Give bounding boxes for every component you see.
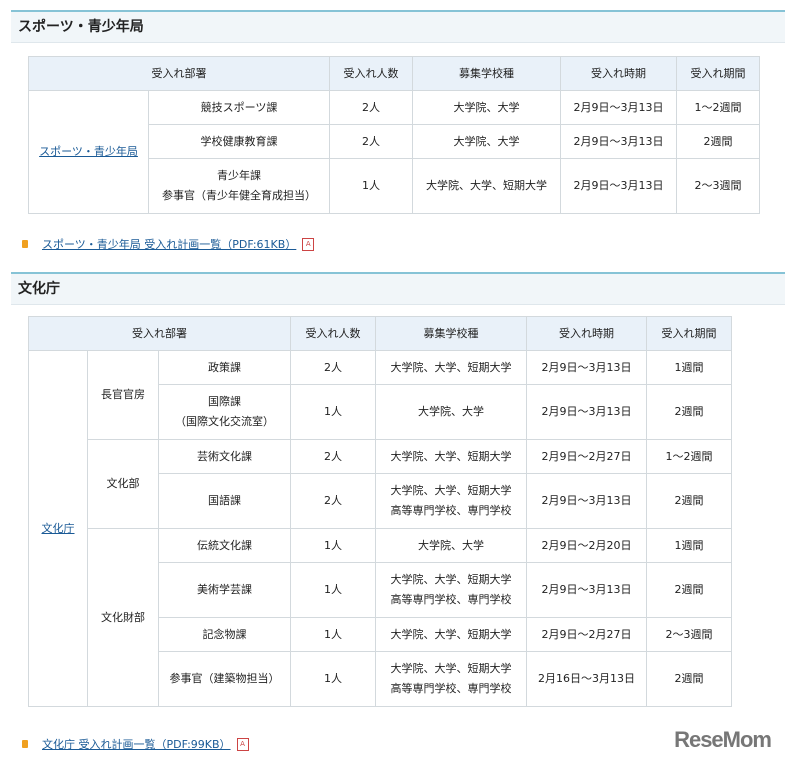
count-cell: 2人 [329, 90, 413, 125]
agency-cell[interactable]: スポーツ・青少年局 [28, 90, 149, 214]
period-cell: 2月9日～3月13日 [560, 158, 677, 214]
column-header: 受入れ人数 [329, 56, 413, 91]
resemom-logo: ReseMom [674, 727, 772, 752]
count-cell: 2人 [329, 124, 413, 159]
column-header: 受入れ時期 [560, 56, 677, 91]
schools-cell: 大学院、大学 [375, 528, 528, 563]
unit-cell: 学校健康教育課 [148, 124, 330, 159]
duration-cell: 2～3週間 [676, 158, 760, 214]
schools-cell: 大学院、大学、短期大学 高等専門学校、専門学校 [375, 651, 528, 707]
header-row: 受入れ部署 受入れ人数 募集学校種 受入れ時期 受入れ期間 [27, 316, 733, 351]
count-cell: 2人 [290, 350, 377, 385]
column-header: 募集学校種 [412, 56, 561, 91]
sports-bureau-table: 受入れ部署 受入れ人数 募集学校種 受入れ時期 受入れ期間スポーツ・青少年局 競技スポーツ… [28, 56, 760, 214]
section-heading-sports: スポーツ・青少年局 [11, 10, 785, 43]
schools-cell: 大学院、大学 [412, 124, 561, 159]
schools-cell: 大学院、大学、短期大学 [375, 350, 528, 385]
division-cell: 長官官房 [87, 350, 159, 440]
column-header: 受入れ期間 [676, 56, 760, 91]
duration-cell: 2～3週間 [646, 617, 733, 652]
column-header: 受入れ時期 [526, 316, 648, 351]
period-cell: 2月9日～3月13日 [526, 384, 648, 440]
unit-cell: 伝統文化課 [157, 528, 292, 563]
division-cell: 文化財部 [87, 528, 159, 707]
unit-cell: 国語課 [157, 473, 292, 529]
table-row: 文化財部 伝統文化課 1人 大学院、大学 2月9日～2月20日 1週間 [29, 528, 733, 707]
count-cell: 2人 [290, 473, 377, 529]
count-cell: 1人 [290, 528, 377, 563]
unit-cell: 参事官（建築物担当） [157, 651, 292, 707]
unit-cell: 記念物課 [157, 617, 292, 652]
pdf-icon: A [302, 237, 315, 251]
agency-link[interactable]: スポーツ・青少年局 [39, 145, 138, 158]
count-cell: 1人 [290, 384, 377, 440]
duration-cell: 1週間 [646, 528, 733, 563]
period-cell: 2月9日～3月13日 [526, 562, 648, 618]
table-row: 文化庁 長官官房 政策課 2人 大学院、大学、短期大学 2月9日～3月13日 1週間 [28, 350, 733, 707]
table-row: スポーツ・青少年局 競技スポーツ課 2人 大学院、大学 2月9日～3月13日 1～2週間 [28, 90, 760, 214]
bunka-pdf-link[interactable]: 文化庁 受入れ計画一覧（PDF:99KB） [42, 736, 231, 752]
unit-cell: 政策課 [157, 350, 292, 385]
period-cell: 2月9日～2月27日 [526, 617, 648, 652]
unit-cell: 美術学芸課 [157, 562, 292, 618]
division-cell: 文化部 [87, 439, 159, 529]
schools-cell: 大学院、大学 [412, 90, 561, 125]
count-cell: 1人 [290, 617, 377, 652]
period-cell: 2月9日～3月13日 [526, 473, 648, 529]
schools-cell: 大学院、大学、短期大学 高等専門学校、専門学校 [375, 473, 528, 529]
sports-pdf-link-row: スポーツ・青少年局 受入れ計画一覧（PDF:61KB） A [22, 236, 315, 252]
duration-cell: 2週間 [646, 562, 733, 618]
duration-cell: 1～2週間 [676, 90, 760, 125]
duration-cell: 1週間 [646, 350, 733, 385]
bullet-icon [22, 240, 28, 248]
column-header: 受入れ部署 [28, 56, 330, 91]
duration-cell: 2週間 [676, 124, 760, 159]
column-header: 受入れ期間 [646, 316, 733, 351]
pdf-icon: A [236, 737, 249, 751]
section-heading-bunka: 文化庁 [11, 272, 785, 305]
period-cell: 2月9日～3月13日 [560, 90, 677, 125]
agency-link[interactable]: 文化庁 [42, 522, 75, 535]
schools-cell: 大学院、大学、短期大学 [375, 617, 528, 652]
period-cell: 2月9日～3月13日 [526, 350, 648, 385]
duration-cell: 1～2週間 [646, 439, 733, 474]
duration-cell: 2週間 [646, 651, 733, 707]
header-row: 受入れ部署 受入れ人数 募集学校種 受入れ時期 受入れ期間 [28, 56, 760, 91]
period-cell: 2月9日～2月20日 [526, 528, 648, 563]
bunka-pdf-link-row: 文化庁 受入れ計画一覧（PDF:99KB） A [22, 736, 249, 752]
unit-cell: 芸術文化課 [157, 439, 292, 474]
period-cell: 2月9日～2月27日 [526, 439, 648, 474]
bullet-icon [22, 740, 28, 748]
unit-cell: 国際課 （国際文化交流室） [157, 384, 292, 440]
column-header: 受入れ部署 [27, 316, 292, 351]
duration-cell: 2週間 [646, 384, 733, 440]
period-cell: 2月9日～3月13日 [560, 124, 677, 159]
schools-cell: 大学院、大学、短期大学 [412, 158, 561, 214]
schools-cell: 大学院、大学、短期大学 高等専門学校、専門学校 [375, 562, 528, 618]
bunka-agency-table: 受入れ部署 受入れ人数 募集学校種 受入れ時期 受入れ期間 文化庁 長官官房 政策課 2人 大学院… [27, 316, 733, 707]
schools-cell: 大学院、大学、短期大学 [375, 439, 528, 474]
schools-cell: 大学院、大学 [375, 384, 528, 440]
duration-cell: 2週間 [646, 473, 733, 529]
column-header: 募集学校種 [375, 316, 528, 351]
agency-cell[interactable]: 文化庁 [28, 350, 88, 707]
count-cell: 1人 [290, 651, 377, 707]
period-cell: 2月16日～3月13日 [526, 651, 648, 707]
table-row: 文化部 芸術文化課 2人 大学院、大学、短期大学 2月9日～2月27日 1～2週間 [29, 439, 733, 529]
sports-pdf-link[interactable]: スポーツ・青少年局 受入れ計画一覧（PDF:61KB） [42, 236, 296, 252]
unit-cell: 競技スポーツ課 [148, 90, 330, 125]
count-cell: 2人 [290, 439, 377, 474]
count-cell: 1人 [329, 158, 413, 214]
count-cell: 1人 [290, 562, 377, 618]
column-header: 受入れ人数 [290, 316, 377, 351]
unit-cell: 青少年課 参事官（青少年健全育成担当） [148, 158, 330, 214]
